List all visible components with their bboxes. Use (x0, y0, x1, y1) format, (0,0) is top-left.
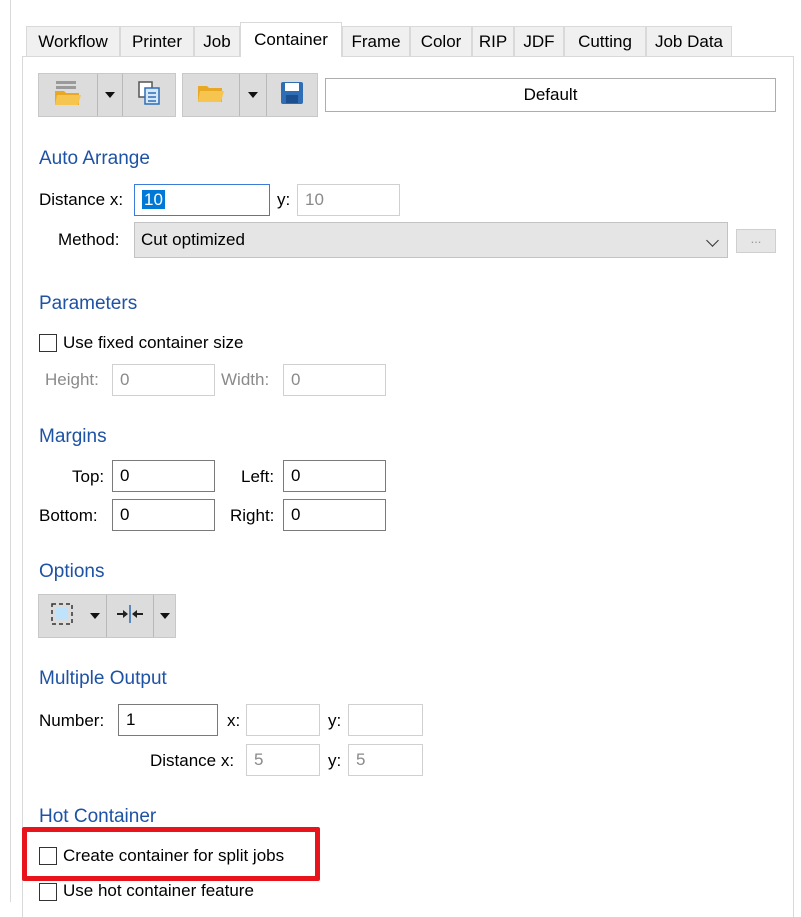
height-input[interactable]: 0 (112, 364, 215, 396)
compress-arrows-icon (115, 603, 145, 630)
distance-y-label: y: (277, 190, 291, 209)
output-distance-x-input[interactable]: 5 (246, 744, 320, 776)
margin-bottom-label: Bottom: (39, 506, 98, 525)
copy-preset-button[interactable] (123, 74, 175, 116)
method-settings-button[interactable]: ... (736, 229, 776, 253)
margin-bottom-input[interactable]: 0 (112, 499, 215, 531)
distance-x-input[interactable]: 10 (134, 184, 270, 216)
preset-toolbar-right (182, 73, 318, 117)
load-file-dropdown[interactable] (240, 74, 266, 116)
margin-top-input[interactable]: 0 (112, 460, 215, 492)
open-folder-icon (196, 81, 226, 110)
output-x-label: x: (227, 711, 241, 730)
open-preset-button[interactable] (39, 74, 97, 116)
tab-container[interactable]: Container (240, 22, 342, 57)
chevron-down-icon (159, 613, 170, 619)
tab-cutting[interactable]: Cutting (564, 26, 646, 56)
copy-pages-icon (135, 79, 163, 112)
tab-rip[interactable]: RIP (472, 26, 514, 56)
method-label: Method: (58, 230, 120, 249)
chevron-down-icon (248, 92, 258, 98)
compress-button[interactable] (107, 595, 153, 637)
load-file-button[interactable] (183, 74, 239, 116)
number-label: Number: (39, 711, 105, 730)
distance-y-input[interactable]: 10 (297, 184, 400, 216)
method-value: Cut optimized (141, 230, 245, 249)
open-preset-dropdown[interactable] (98, 74, 122, 116)
chevron-down-icon (706, 234, 719, 247)
highlight-box (22, 827, 320, 881)
output-y-input[interactable] (348, 704, 423, 736)
save-preset-button[interactable] (267, 74, 317, 116)
chevron-down-icon (105, 92, 115, 98)
tab-color[interactable]: Color (410, 26, 472, 56)
tab-frame[interactable]: Frame (342, 26, 410, 56)
margins-heading: Margins (39, 426, 107, 447)
options-toolbar (38, 594, 176, 638)
tab-job[interactable]: Job (194, 26, 240, 56)
preset-name-field[interactable]: Default (325, 78, 776, 112)
hot-container-heading: Hot Container (39, 806, 157, 827)
tab-jdf[interactable]: JDF (514, 26, 564, 56)
tab-job-data[interactable]: Job Data (646, 26, 732, 56)
output-distance-y-input[interactable]: 5 (348, 744, 423, 776)
hot-feature-label: Use hot container feature (63, 881, 254, 900)
width-input[interactable]: 0 (283, 364, 386, 396)
open-folder-icon (53, 79, 83, 112)
options-heading: Options (39, 561, 105, 582)
auto-arrange-heading: Auto Arrange (39, 148, 150, 169)
margin-top-label: Top: (72, 467, 105, 486)
method-select[interactable]: Cut optimized (134, 222, 728, 258)
hot-feature-checkbox[interactable] (39, 883, 57, 901)
selection-frame-button[interactable] (39, 595, 85, 637)
save-disk-icon (278, 79, 306, 112)
multiple-output-heading: Multiple Output (39, 668, 167, 689)
parameters-heading: Parameters (39, 293, 138, 314)
margin-right-input[interactable]: 0 (283, 499, 386, 531)
height-label: Height: (45, 370, 99, 389)
fixed-size-checkbox[interactable] (39, 334, 57, 352)
compress-dropdown[interactable] (154, 595, 175, 637)
output-distance-y-label: y: (328, 751, 342, 770)
margin-left-label: Left: (241, 467, 275, 486)
selection-frame-icon (49, 601, 75, 632)
chevron-down-icon (90, 613, 100, 619)
margin-left-input[interactable]: 0 (283, 460, 386, 492)
number-input[interactable]: 1 (118, 704, 218, 736)
tab-workflow[interactable]: Workflow (26, 26, 120, 56)
distance-x-label: Distance x: (39, 190, 124, 209)
selection-frame-dropdown[interactable] (85, 595, 105, 637)
window-left-edge (10, 0, 11, 902)
tab-printer[interactable]: Printer (120, 26, 194, 56)
margin-right-label: Right: (230, 506, 275, 525)
distance-x-value: 10 (142, 190, 165, 209)
output-distance-x-label: Distance x: (150, 751, 235, 770)
preset-toolbar-left (38, 73, 176, 117)
width-label: Width: (221, 370, 270, 389)
fixed-size-label: Use fixed container size (63, 333, 244, 352)
output-y-label: y: (328, 711, 342, 730)
output-x-input[interactable] (246, 704, 320, 736)
